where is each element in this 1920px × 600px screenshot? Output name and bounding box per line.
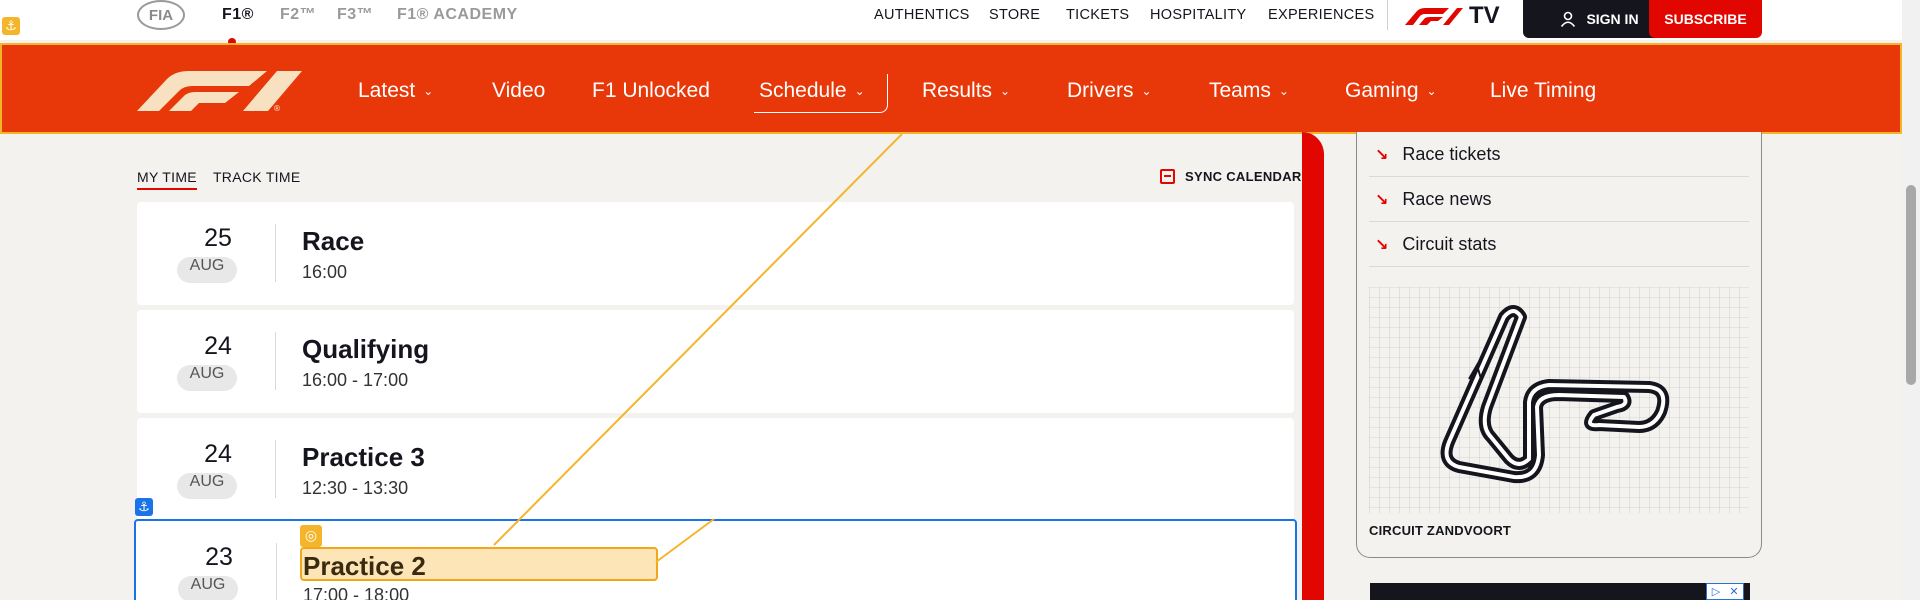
divider [1387,0,1388,30]
svg-text:®: ® [273,104,281,111]
chevron-down-icon: ⌄ [423,84,434,98]
store-link[interactable]: STORE [989,7,1040,23]
session-name: Qualifying [302,334,430,364]
main-nav: ⚓ ® Latest ⌄ Video F1 Unlocked Schedule ⌄ … [0,17,1902,134]
calendar-icon [1160,169,1175,184]
session-time: 16:00 [302,262,348,282]
nav-latest[interactable]: Latest ⌄ [358,79,433,103]
session-day: 24 [204,332,232,360]
nav-live-timing[interactable]: Live Timing [1490,79,1596,103]
race-news-link[interactable]: ↘ Race news [1369,177,1749,222]
nav-latest-label: Latest [358,79,416,102]
session-time: 16:00 - 17:00 [302,370,409,390]
chevron-down-icon: ⌄ [1426,84,1437,98]
nav-schedule[interactable]: Schedule ⌄ [759,79,865,103]
sync-calendar-button[interactable]: SYNC CALENDAR [1160,169,1302,184]
close-icon[interactable]: ✕ [1725,584,1743,599]
chevron-down-icon: ⌄ [1278,84,1289,98]
circuit-card: ↘ Race tickets ↘ Race news ↘ Circuit stats … [1356,132,1762,558]
tickets-link[interactable]: TICKETS [1066,7,1129,23]
tab-track-time[interactable]: TRACK TIME [213,169,301,190]
circuit-name: CIRCUIT ZANDVOORT [1369,523,1512,538]
target-icon: ◎ [300,525,322,547]
ad-choices-controls[interactable]: ▷ ✕ [1706,583,1744,600]
series-f3-link[interactable]: F3™ [337,6,373,24]
race-news-label: Race news [1402,188,1492,209]
tv-label: TV [1469,2,1500,29]
nav-results[interactable]: Results ⌄ [922,79,1010,103]
f1-tv-link[interactable]: TV [1403,2,1500,30]
fia-logo-text: FIA [148,6,174,24]
nav-live-timing-label: Live Timing [1490,79,1597,102]
divider [275,440,276,498]
top-bar: FIA F1® F2™ F3™ F1® ACADEMY AUTHENTICS S… [0,0,1920,46]
advertisement-banner[interactable] [1370,583,1750,600]
chevron-down-icon: ⌄ [854,84,865,98]
nav-teams-label: Teams [1209,79,1271,102]
subscribe-label: SUBSCRIBE [1664,11,1747,27]
session-day: 25 [204,224,232,252]
f1-logo[interactable]: ® [137,69,302,111]
series-f2-link[interactable]: F2™ [280,6,316,24]
session-row[interactable]: 24 AUG Qualifying 16:00 - 17:00 [137,310,1294,413]
experiences-link[interactable]: EXPERIENCES [1268,7,1374,23]
nav-drivers[interactable]: Drivers ⌄ [1067,79,1152,103]
nav-teams[interactable]: Teams ⌄ [1209,79,1289,103]
chevron-down-icon: ⌄ [1141,84,1152,98]
session-row-highlighted[interactable]: 23 AUG ◎ Practice 2 17:00 - 18:00 [134,519,1297,600]
tab-my-time[interactable]: MY TIME [137,169,197,190]
race-tickets-label: Race tickets [1402,143,1501,164]
nav-schedule-label: Schedule [759,79,847,102]
session-name: Practice 2 [303,551,426,581]
arrow-down-right-icon: ↘ [1375,144,1389,164]
circuit-stats-link[interactable]: ↘ Circuit stats [1369,222,1749,267]
session-month: AUG [178,576,238,600]
nav-f1-unlocked-label: F1 Unlocked [592,79,710,102]
nav-gaming-label: Gaming [1345,79,1419,102]
user-icon [1561,11,1576,27]
divider [275,332,276,390]
arrow-down-right-icon: ↘ [1375,234,1389,254]
nav-results-label: Results [922,79,993,102]
anchor-icon: ⚓ [135,498,153,516]
schedule-panel-rail [1302,132,1324,600]
sync-calendar-label: SYNC CALENDAR [1185,169,1302,184]
session-row[interactable]: 24 AUG Practice 3 12:30 - 13:30 [137,418,1294,521]
ad-info-icon[interactable]: ▷ [1707,584,1725,599]
subscribe-button[interactable]: SUBSCRIBE [1649,0,1762,38]
session-month: AUG [177,365,237,391]
hospitality-link[interactable]: HOSPITALITY [1150,7,1247,23]
nav-f1-unlocked[interactable]: F1 Unlocked [592,79,710,103]
nav-gaming[interactable]: Gaming ⌄ [1345,79,1437,103]
page-scrollbar[interactable] [1902,0,1920,600]
divider [275,224,276,282]
chevron-down-icon: ⌄ [1000,84,1011,98]
circuit-stats-label: Circuit stats [1402,233,1497,254]
fia-logo[interactable]: FIA [137,0,185,30]
session-day: 24 [204,440,232,468]
scrollbar-thumb[interactable] [1906,185,1916,385]
session-time: 17:00 - 18:00 [303,585,410,600]
sign-in-label: SIGN IN [1586,11,1639,27]
session-month: AUG [177,473,237,499]
series-f1-link[interactable]: F1® [222,6,254,46]
session-row[interactable]: 25 AUG Race 16:00 [137,202,1294,305]
session-month: AUG [177,257,237,283]
race-tickets-link[interactable]: ↘ Race tickets [1369,132,1749,177]
arrow-down-right-icon: ↘ [1375,189,1389,209]
session-name: Race [302,226,365,256]
nav-drivers-label: Drivers [1067,79,1134,102]
authentics-link[interactable]: AUTHENTICS [874,7,970,23]
session-time: 12:30 - 13:30 [302,478,409,498]
anchor-icon: ⚓ [2,17,20,35]
series-f1-academy-link[interactable]: F1® ACADEMY [397,6,518,24]
session-day: 23 [205,543,233,571]
session-name: Practice 3 [302,442,425,472]
circuit-map [1369,287,1749,513]
nav-video-label: Video [492,79,546,102]
f1-tv-logo-icon [1405,8,1463,25]
time-tabs: MY TIME TRACK TIME [137,169,300,190]
nav-video[interactable]: Video [492,79,545,103]
divider [276,543,277,600]
